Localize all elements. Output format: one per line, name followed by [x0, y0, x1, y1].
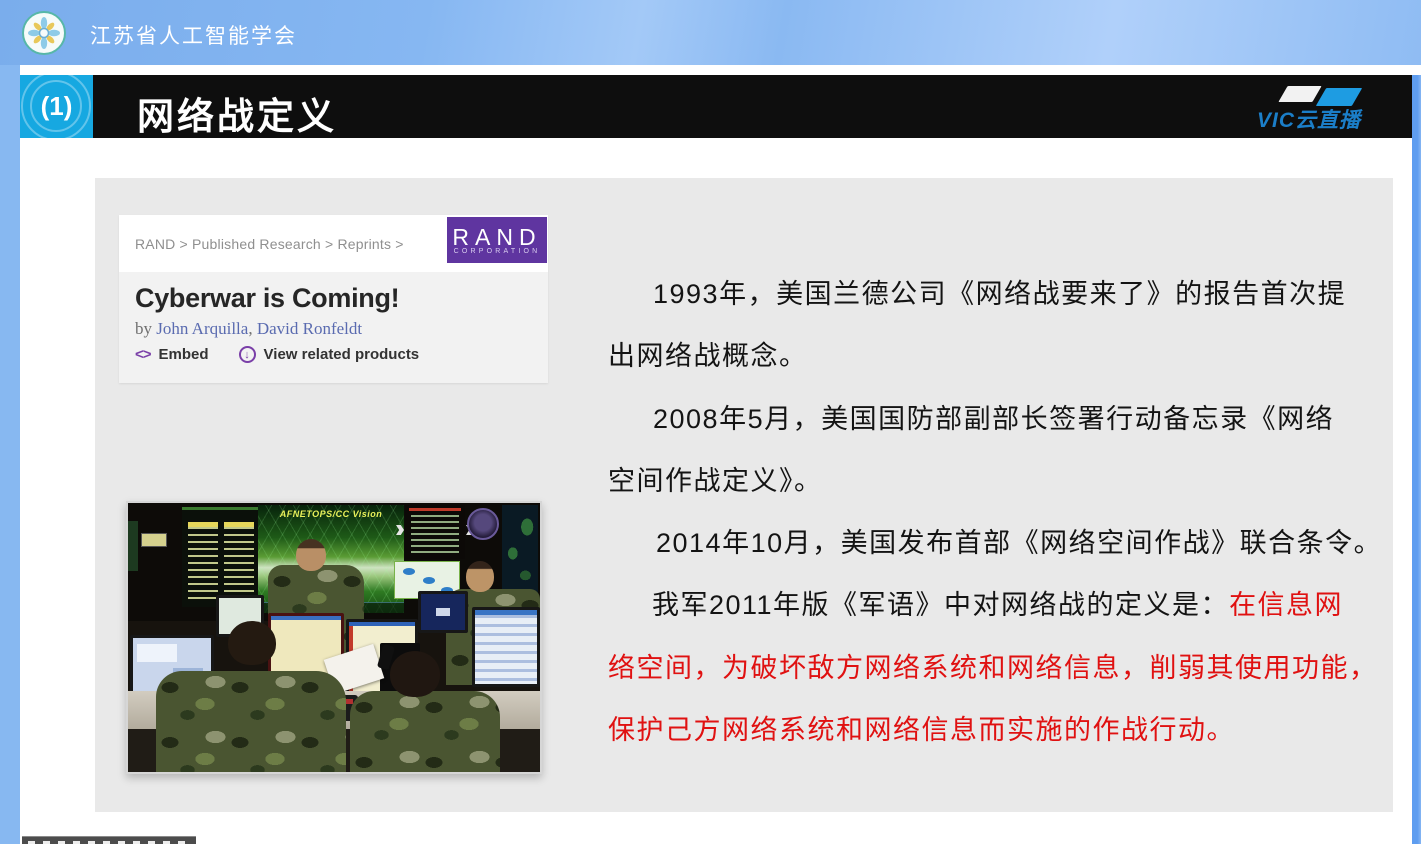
breadcrumb[interactable]: RAND > Published Research > Reprints > — [135, 236, 404, 252]
article-actions: <> Embed ↓ View related products — [135, 346, 419, 363]
photo-soldier-foreground-right — [350, 691, 500, 772]
download-circle-icon: ↓ — [239, 346, 256, 363]
vic-live-logo: VIC云直播 — [1245, 80, 1395, 135]
rand-article-panel: RAND > Published Research > Reprints > R… — [119, 215, 548, 383]
photo-crew-assignments-board — [405, 505, 465, 559]
photo-monitor — [472, 607, 540, 687]
clipped-caption-bar — [22, 836, 196, 844]
body-line-6-black: 我军2011年版《军语》中对网络战的定义是： — [652, 590, 1229, 620]
top-bar: 江苏省人工智能学会 — [0, 0, 1421, 65]
photo-crew-board-title-bar — [409, 508, 461, 511]
organization-name: 江苏省人工智能学会 — [90, 20, 297, 50]
photo-network-node — [423, 577, 435, 584]
brand-parallelogram-white-icon — [1278, 86, 1321, 102]
rand-article-header: Cyberwar is Coming! by John Arquilla, Da… — [119, 272, 548, 383]
body-line-3: 2008年5月，美国国防部副部长签署行动备忘录《网络 — [653, 397, 1334, 436]
photo-monitor — [418, 591, 468, 633]
society-logo-icon — [22, 11, 66, 55]
photo-status-table-right — [224, 522, 254, 602]
code-embed-icon: <> — [135, 346, 151, 363]
body-line-6-red: 在信息网 — [1229, 590, 1343, 620]
left-edge-strip — [0, 65, 20, 844]
photo-world-map-screen — [502, 505, 538, 593]
photo-network-node — [403, 568, 415, 575]
brand-wordmark: VIC云直播 — [1257, 104, 1397, 134]
photo-status-board — [182, 507, 258, 607]
byline-comma: , — [248, 319, 257, 338]
body-line-8: 保护己方网络系统和网络信息而实施的作战行动。 — [608, 708, 1235, 747]
photo-unit-emblem — [467, 508, 499, 540]
photo-soldier-foreground-left — [156, 671, 346, 772]
rand-logo-text: RAND — [452, 226, 541, 248]
page-title: 网络战定义 — [137, 86, 337, 140]
cyber-operations-photo: AFNETOPS/CC Vision — [126, 501, 542, 774]
number-ring-outer — [21, 75, 91, 138]
slide-title-bar: (1) 网络战定义 — [20, 75, 1412, 138]
body-line-5: 2014年10月，美国发布首部《网络空间作战》联合条令。 — [656, 521, 1382, 560]
embed-button[interactable]: Embed — [159, 346, 209, 363]
photo-screen-title: AFNETOPS/CC Vision — [258, 509, 404, 519]
rand-corporation-logo: RAND CORPORATION — [447, 217, 547, 263]
author-link-ronfeldt[interactable]: David Ronfeldt — [257, 319, 362, 338]
photo-crew-board-rows — [411, 515, 459, 555]
photo-left-screen-edge — [128, 521, 138, 571]
photo-soldier-seated-right-head — [466, 561, 494, 592]
body-line-4: 空间作战定义》。 — [608, 459, 823, 498]
rand-logo-subtext: CORPORATION — [454, 248, 541, 255]
flower-emblem-icon — [27, 16, 61, 50]
author-link-arquilla[interactable]: John Arquilla — [156, 319, 248, 338]
body-line-6: 我军2011年版《军语》中对网络战的定义是：在信息网 — [652, 583, 1343, 622]
photo-status-table-left — [188, 522, 218, 602]
view-related-products-button[interactable]: View related products — [264, 346, 420, 363]
photo-soldier-foreground-left-head — [228, 621, 276, 665]
photo-soldier-foreground-right-head — [390, 651, 440, 697]
rand-breadcrumb-strip: RAND > Published Research > Reprints > R… — [119, 215, 548, 272]
body-line-1: 1993年，美国兰德公司《网络战要来了》的报告首次提 — [653, 272, 1346, 311]
article-title: Cyberwar is Coming! — [135, 283, 399, 314]
body-line-2: 出网络战概念。 — [608, 334, 808, 373]
photo-wall-sign — [141, 533, 167, 547]
photo-soldier-standing-head — [296, 539, 326, 571]
byline-prefix: by — [135, 319, 156, 338]
body-line-7: 络空间，为破坏敌方网络系统和网络信息，削弱其使用功能， — [608, 646, 1378, 685]
article-byline: by John Arquilla, David Ronfeldt — [135, 319, 362, 339]
right-edge-strip[interactable] — [1412, 75, 1421, 844]
slide-number-badge: (1) — [20, 75, 93, 138]
